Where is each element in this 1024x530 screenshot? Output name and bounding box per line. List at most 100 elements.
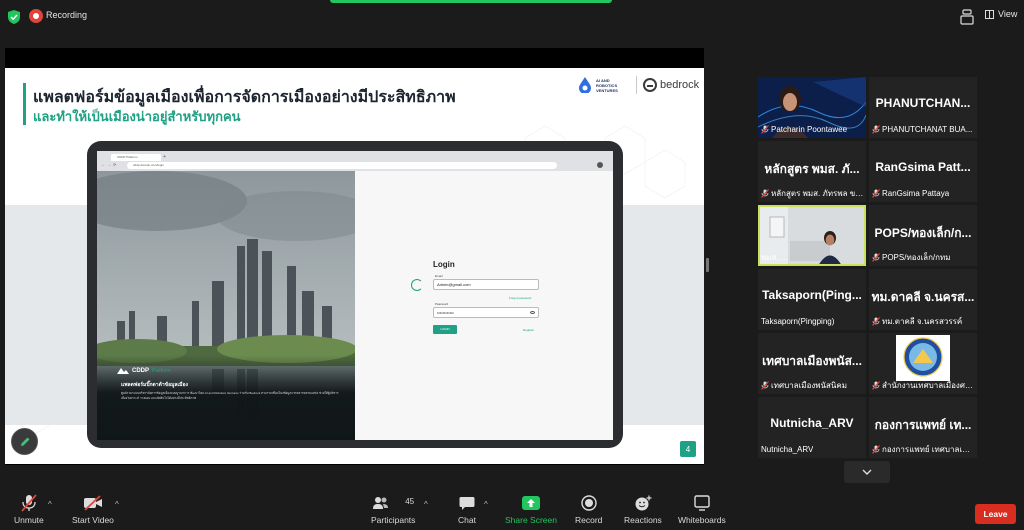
participants-options-caret[interactable]: ^ <box>424 500 428 509</box>
participants-count: 45 <box>405 497 415 506</box>
participants-button[interactable]: 45 Participants <box>371 494 415 525</box>
slide-subtitle: และทำให้เป็นเมืองน่าอยู่สำหรับทุกคน <box>33 109 241 124</box>
reactions-icon <box>635 495 652 511</box>
participant-caption: Patcharin Poontawee <box>761 124 864 135</box>
start-video-label: Start Video <box>72 515 114 525</box>
mic-muted-icon <box>761 189 769 198</box>
participant-tile[interactable]: PHANUTCHAN... PHANUTCHANAT BUA... <box>869 77 977 138</box>
participant-tile[interactable]: Taksaporn(Ping... Taksaporn(Pingping) <box>758 269 866 330</box>
chat-label: Chat <box>458 515 476 525</box>
participant-tile[interactable]: Nutnicha_ARV Nutnicha_ARV <box>758 397 866 458</box>
bedrock-logo-text: bedrock <box>660 79 700 91</box>
participant-tile[interactable]: RanGsima Patt... RanGsima Pattaya <box>869 141 977 202</box>
recording-icon[interactable] <box>29 9 43 23</box>
leave-button[interactable]: Leave <box>975 504 1016 524</box>
whiteboards-button[interactable]: Whiteboards <box>678 494 726 525</box>
share-screen-button[interactable]: Share Screen <box>505 494 557 525</box>
share-screen-label: Share Screen <box>505 515 557 525</box>
slide-page-number: 4 <box>680 441 696 457</box>
participant-display-name: RanGsima Patt... <box>875 160 971 174</box>
participant-tile[interactable]: สำนักงานเทศบาลเมืองศรีส... <box>869 333 977 394</box>
presentation-slide: แพลตฟอร์มข้อมูลเมืองเพื่อการจัดการเมืองอ… <box>5 68 704 464</box>
participant-tile[interactable]: หลักสูตร พมส. ภั... หลักสูตร พมส. ภัทรพล … <box>758 141 866 202</box>
login-heading: Login <box>433 260 455 269</box>
participant-name: พมส. ... <box>761 253 788 262</box>
participant-tile[interactable]: เทศบาลเมืองพนัส... เทศบาลเมืองพนัสนิคม <box>758 333 866 394</box>
sharing-indicator[interactable] <box>330 0 612 3</box>
mic-muted-icon <box>872 253 880 262</box>
speaker-view-icon[interactable] <box>960 9 974 25</box>
participant-tile[interactable]: POPS/ทองเล็ก/ก... POPS/ทองเล็ก/กทม <box>869 205 977 266</box>
view-label: View <box>998 9 1018 19</box>
mic-muted-icon <box>21 494 37 512</box>
whiteboards-label: Whiteboards <box>678 515 726 525</box>
participant-name: RanGsima Pattaya <box>882 189 950 198</box>
register-link: Register <box>523 328 535 332</box>
record-icon <box>581 495 597 511</box>
participant-name: กองการแพทย์ เทศบาลเมือ... <box>882 445 975 454</box>
shield-icon[interactable] <box>8 10 20 24</box>
video-options-caret[interactable]: ^ <box>115 500 119 509</box>
participant-display-name: ทม.ดาคลี จ.นครส... <box>871 290 975 304</box>
share-screen-icon <box>521 496 540 510</box>
annotate-button[interactable] <box>11 428 38 455</box>
password-field: •••••••••••• <box>433 307 539 318</box>
participant-caption: เทศบาลเมืองพนัสนิคม <box>761 380 864 391</box>
reactions-button[interactable]: Reactions <box>624 494 662 525</box>
password-value: •••••••••••• <box>437 310 454 315</box>
participant-tile[interactable]: พมส. ... <box>758 205 866 266</box>
gallery-next-page-button[interactable] <box>844 461 890 483</box>
chevron-down-icon <box>862 469 872 475</box>
recording-label[interactable]: Recording <box>46 10 87 20</box>
participant-display-name: POPS/ทองเล็ก/ก... <box>874 226 972 240</box>
unmute-label: Unmute <box>14 515 44 525</box>
password-label: Password <box>435 302 449 306</box>
record-label: Record <box>575 515 603 525</box>
participants-icon <box>373 497 389 509</box>
arv-logo: AI AND ROBOTICS VENTURES <box>577 77 630 93</box>
participant-name: เทศบาลเมืองพนัสนิคม <box>771 381 847 390</box>
unmute-button[interactable]: Unmute <box>14 494 44 525</box>
panel-resize-handle[interactable] <box>706 258 709 272</box>
start-video-button[interactable]: Start Video <box>72 494 114 525</box>
participant-caption: หลักสูตร พมส. ภัทรพล ขา... <box>761 188 864 199</box>
record-button[interactable]: Record <box>575 494 602 525</box>
cddp-brand-text: CDDP <box>132 367 150 374</box>
participant-name: สำนักงานเทศบาลเมืองศรีส... <box>882 381 975 390</box>
participant-name: Patcharin Poontawee <box>771 125 848 134</box>
laptop-mockup: CDDP Platform + ←→⟳ cddp.domain.com/logi… <box>87 141 623 448</box>
login-panel: Login Email Admin@gmail.com Forgot passw… <box>355 171 613 440</box>
chat-icon <box>459 496 475 510</box>
audio-options-caret[interactable]: ^ <box>48 500 52 509</box>
cddp-brand-sub: Platform <box>152 367 171 374</box>
browser-tab: CDDP Platform <box>111 154 161 161</box>
participant-caption: RanGsima Pattaya <box>872 188 975 199</box>
participant-tile[interactable]: Patcharin Poontawee <box>758 77 866 138</box>
participant-name: หลักสูตร พมส. ภัทรพล ขา... <box>771 189 864 198</box>
browser-chrome: CDDP Platform + ←→⟳ cddp.domain.com/logi… <box>97 151 613 171</box>
show-password-icon <box>530 311 535 314</box>
chat-options-caret[interactable]: ^ <box>484 500 488 509</box>
participant-caption: พมส. ... <box>761 252 864 263</box>
browser-nav-icons: ←→⟳ <box>101 162 119 167</box>
bedrock-mark-icon <box>643 78 657 92</box>
participant-display-name: Taksaporn(Ping... <box>762 288 862 302</box>
participant-display-name: กองการแพทย์ เท... <box>874 418 972 432</box>
mic-muted-icon <box>872 381 880 390</box>
forgot-password-link: Forgot password <box>509 296 532 300</box>
view-button[interactable]: View <box>985 9 1017 19</box>
city-hero-image: CDDP Platform แพลตฟอร์มบิ๊กดาต้าข้อมูลเม… <box>97 171 355 440</box>
shared-screen: แพลตฟอร์มข้อมูลเมืองเพื่อการจัดการเมืองอ… <box>5 48 704 465</box>
mic-muted-icon <box>872 189 880 198</box>
participant-tile[interactable]: ทม.ดาคลี จ.นครส... ทม.ตาคลี จ.นครสวรรค์ <box>869 269 977 330</box>
participant-name: ทม.ตาคลี จ.นครสวรรค์ <box>882 317 963 326</box>
email-label: Email <box>435 274 443 278</box>
participant-name: Taksaporn(Pingping) <box>761 317 835 326</box>
participant-display-name: PHANUTCHAN... <box>875 96 971 110</box>
participant-display-name: หลักสูตร พมส. ภั... <box>764 162 860 176</box>
chat-button[interactable]: Chat <box>457 494 477 525</box>
participant-caption: POPS/ทองเล็ก/กทม <box>872 252 975 263</box>
participant-tile[interactable]: กองการแพทย์ เท... กองการแพทย์ เทศบาลเมือ.… <box>869 397 977 458</box>
participants-label: Participants <box>371 515 416 525</box>
hero-caption-title: แพลตฟอร์มบิ๊กดาต้าข้อมูลเมือง <box>121 382 188 388</box>
